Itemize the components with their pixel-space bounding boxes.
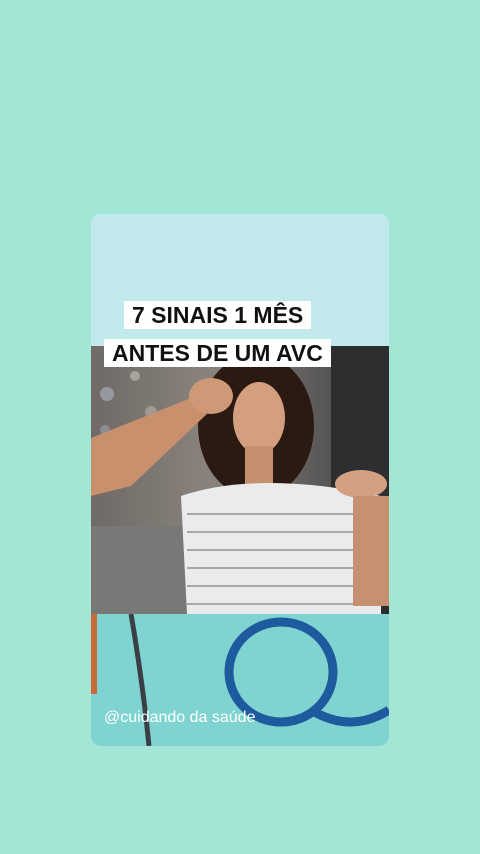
title-line-1: 7 SINAIS 1 MÊS [124,301,312,329]
title-line-2: ANTES DE UM AVC [104,339,331,367]
post-card [91,214,389,746]
woman-headache-photo [91,346,389,614]
creator-watermark: @cuidando da saúde [104,709,256,726]
